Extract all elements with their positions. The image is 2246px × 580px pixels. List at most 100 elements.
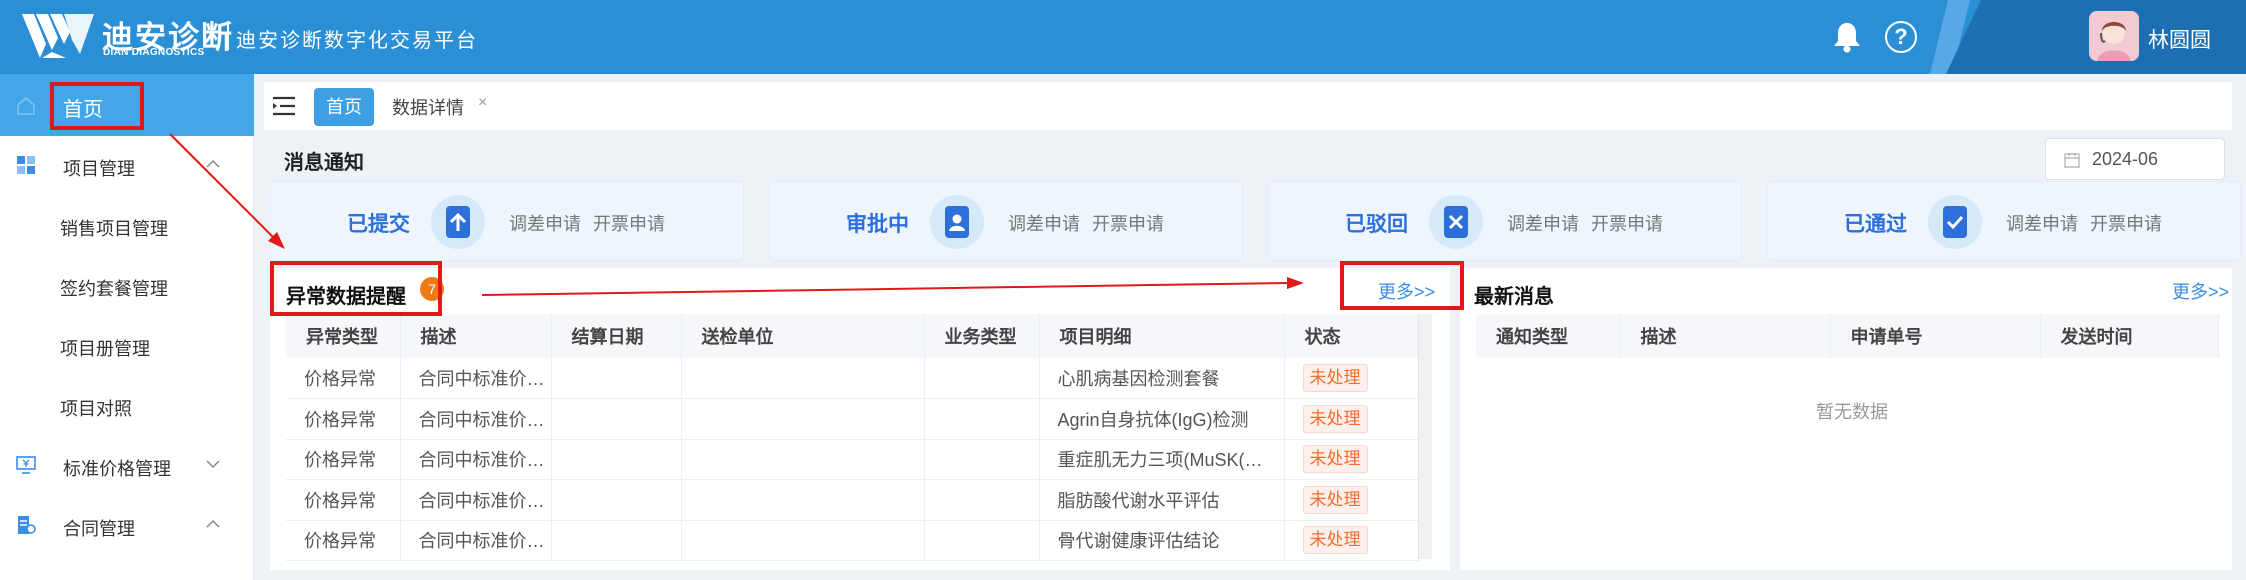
cell-project-detail: 脂肪酸代谢水平评估 — [1039, 479, 1285, 521]
status-card-rejected[interactable]: 已驳回 调差申请 开票申请 — [1268, 181, 1742, 261]
sidebar-item-label: 销售项目管理 — [60, 219, 168, 239]
status-card-submitted[interactable]: 已提交 调差申请 开票申请 — [270, 181, 744, 261]
sidebar-item-label: 标准价格管理 — [63, 459, 171, 479]
column-header[interactable]: 申请单号 — [1830, 314, 2041, 358]
cell-status: 未处理 — [1284, 439, 1419, 480]
grid-icon — [17, 156, 35, 174]
sidebar-item-sales-projects[interactable]: 销售项目管理 — [0, 196, 254, 254]
bell-icon[interactable] — [1832, 21, 1862, 53]
latest-more-link[interactable]: 更多>> — [2172, 278, 2229, 304]
cell-description: 合同中标准价格异常 — [400, 439, 552, 480]
column-header[interactable]: 通知类型 — [1476, 314, 1621, 358]
cell-description: 合同中标准价格异常 — [400, 520, 552, 561]
sidebar-item-project-book[interactable]: 项目册管理 — [0, 316, 254, 374]
cell-business-type — [924, 398, 1040, 440]
status-card-label: 已驳回 — [1345, 213, 1408, 236]
column-header[interactable]: 结算日期 — [551, 314, 682, 358]
adjust-request-link[interactable]: 调差申请 — [1507, 210, 1579, 236]
cell-unit — [681, 358, 925, 399]
table-row[interactable]: 价格异常 合同中标准价格异常 重症肌无力三项(MuSK(… 未处理 — [286, 439, 1419, 480]
table-header-row: 异常类型 描述 结算日期 送检单位 业务类型 项目明细 状态 — [286, 314, 1419, 358]
cell-description: 合同中标准价格异常 — [400, 479, 552, 521]
cell-project-detail: 骨代谢健康评估结论 — [1039, 520, 1285, 561]
cell-status: 未处理 — [1284, 398, 1419, 440]
column-header[interactable]: 业务类型 — [924, 314, 1040, 358]
user-name[interactable]: 林圆圆 — [2148, 24, 2211, 54]
status-card-label: 已通过 — [1844, 213, 1907, 236]
dian-logo-icon[interactable] — [22, 14, 94, 58]
sidebar-item-label: 签约套餐管理 — [60, 279, 168, 299]
cell-settle-date — [551, 358, 682, 399]
contract-icon — [18, 516, 36, 534]
cell-unit — [681, 439, 925, 480]
avatar[interactable] — [2089, 11, 2139, 61]
cell-settle-date — [551, 520, 682, 561]
price-icon — [16, 456, 36, 474]
tab-data-details[interactable]: 数据详情 — [392, 94, 464, 120]
column-header[interactable]: 描述 — [400, 314, 552, 358]
menu-collapse-icon[interactable] — [272, 96, 296, 116]
sidebar-item-label: 项目册管理 — [60, 339, 150, 359]
status-badge: 未处理 — [1302, 404, 1368, 433]
cell-project-detail: 重症肌无力三项(MuSK(… — [1039, 439, 1285, 480]
tab-home[interactable]: 首页 — [314, 88, 374, 126]
column-header[interactable]: 发送时间 — [2040, 314, 2219, 358]
adjust-request-link[interactable]: 调差申请 — [1008, 210, 1080, 236]
month-picker-value: 2024-06 — [2092, 149, 2159, 169]
cell-settle-date — [551, 479, 682, 521]
sidebar-item-project-mapping[interactable]: 项目对照 — [0, 376, 254, 434]
header-divider — [227, 22, 229, 50]
adjust-request-link[interactable]: 调差申请 — [509, 210, 581, 236]
sidebar-item-contract-management[interactable]: 合同管理 — [0, 496, 254, 554]
column-header[interactable]: 描述 — [1620, 314, 1831, 358]
adjust-request-link[interactable]: 调差申请 — [2006, 210, 2078, 236]
approved-icon — [1928, 195, 1982, 249]
panel-title: 最新消息 — [1474, 286, 1554, 308]
upload-icon — [431, 195, 485, 249]
cell-business-type — [924, 358, 1040, 399]
cell-type: 价格异常 — [286, 358, 401, 399]
table-row[interactable]: 价格异常 合同中标准价格异常 脂肪酸代谢水平评估 未处理 — [286, 479, 1419, 521]
cell-unit — [681, 479, 925, 521]
help-icon[interactable]: ? — [1885, 21, 1917, 53]
annotation-box-home — [50, 82, 144, 130]
column-header[interactable]: 异常类型 — [286, 314, 401, 358]
close-icon[interactable]: × — [478, 94, 487, 112]
status-card-label: 已提交 — [347, 213, 410, 236]
cell-description: 合同中标准价格异常 — [400, 398, 552, 440]
table-scrollbar[interactable] — [1418, 314, 1432, 559]
invoice-request-link[interactable]: 开票申请 — [1591, 210, 1663, 236]
sidebar-item-project-management[interactable]: 项目管理 — [0, 136, 254, 194]
platform-title: 迪安诊断数字化交易平台 — [236, 30, 478, 52]
sidebar-item-standard-price[interactable]: 标准价格管理 — [0, 436, 254, 494]
status-card-approving[interactable]: 审批中 调差申请 开票申请 — [769, 181, 1243, 261]
column-header[interactable]: 送检单位 — [681, 314, 925, 358]
status-badge: 未处理 — [1302, 526, 1368, 555]
invoice-request-link[interactable]: 开票申请 — [593, 210, 665, 236]
reject-icon — [1429, 195, 1483, 249]
cell-type: 价格异常 — [286, 439, 401, 480]
table-row[interactable]: 价格异常 合同中标准价格异常 骨代谢健康评估结论 未处理 — [286, 520, 1419, 561]
cell-status: 未处理 — [1284, 358, 1419, 399]
invoice-request-link[interactable]: 开票申请 — [1092, 210, 1164, 236]
sidebar-item-contract-packages[interactable]: 签约套餐管理 — [0, 256, 254, 314]
status-card-approved[interactable]: 已通过 调差申请 开票申请 — [1767, 181, 2241, 261]
column-header[interactable]: 状态 — [1284, 314, 1419, 358]
chevron-down-icon — [206, 460, 220, 469]
month-picker[interactable]: 2024-06 — [2045, 138, 2225, 180]
table-row[interactable]: 价格异常 合同中标准价格异常 Agrin自身抗体(IgG)检测 未处理 — [286, 398, 1419, 440]
invoice-request-link[interactable]: 开票申请 — [2090, 210, 2162, 236]
sidebar-item-label: 项目管理 — [63, 159, 135, 179]
sidebar-item-label: 项目对照 — [60, 399, 132, 419]
abnormal-data-table: 异常类型 描述 结算日期 送检单位 业务类型 项目明细 状态 价格异常 合同中标… — [286, 314, 1419, 561]
cell-type: 价格异常 — [286, 398, 401, 440]
cell-description: 合同中标准价格异常 — [400, 358, 552, 399]
cell-settle-date — [551, 439, 682, 480]
status-badge: 未处理 — [1302, 445, 1368, 474]
cell-business-type — [924, 439, 1040, 480]
section-title-messages: 消息通知 — [284, 152, 364, 174]
chevron-up-icon — [206, 159, 220, 168]
status-card-label: 审批中 — [846, 213, 909, 236]
table-row[interactable]: 价格异常 合同中标准价格异常 心肌病基因检测套餐 未处理 — [286, 358, 1419, 399]
column-header[interactable]: 项目明细 — [1039, 314, 1285, 358]
